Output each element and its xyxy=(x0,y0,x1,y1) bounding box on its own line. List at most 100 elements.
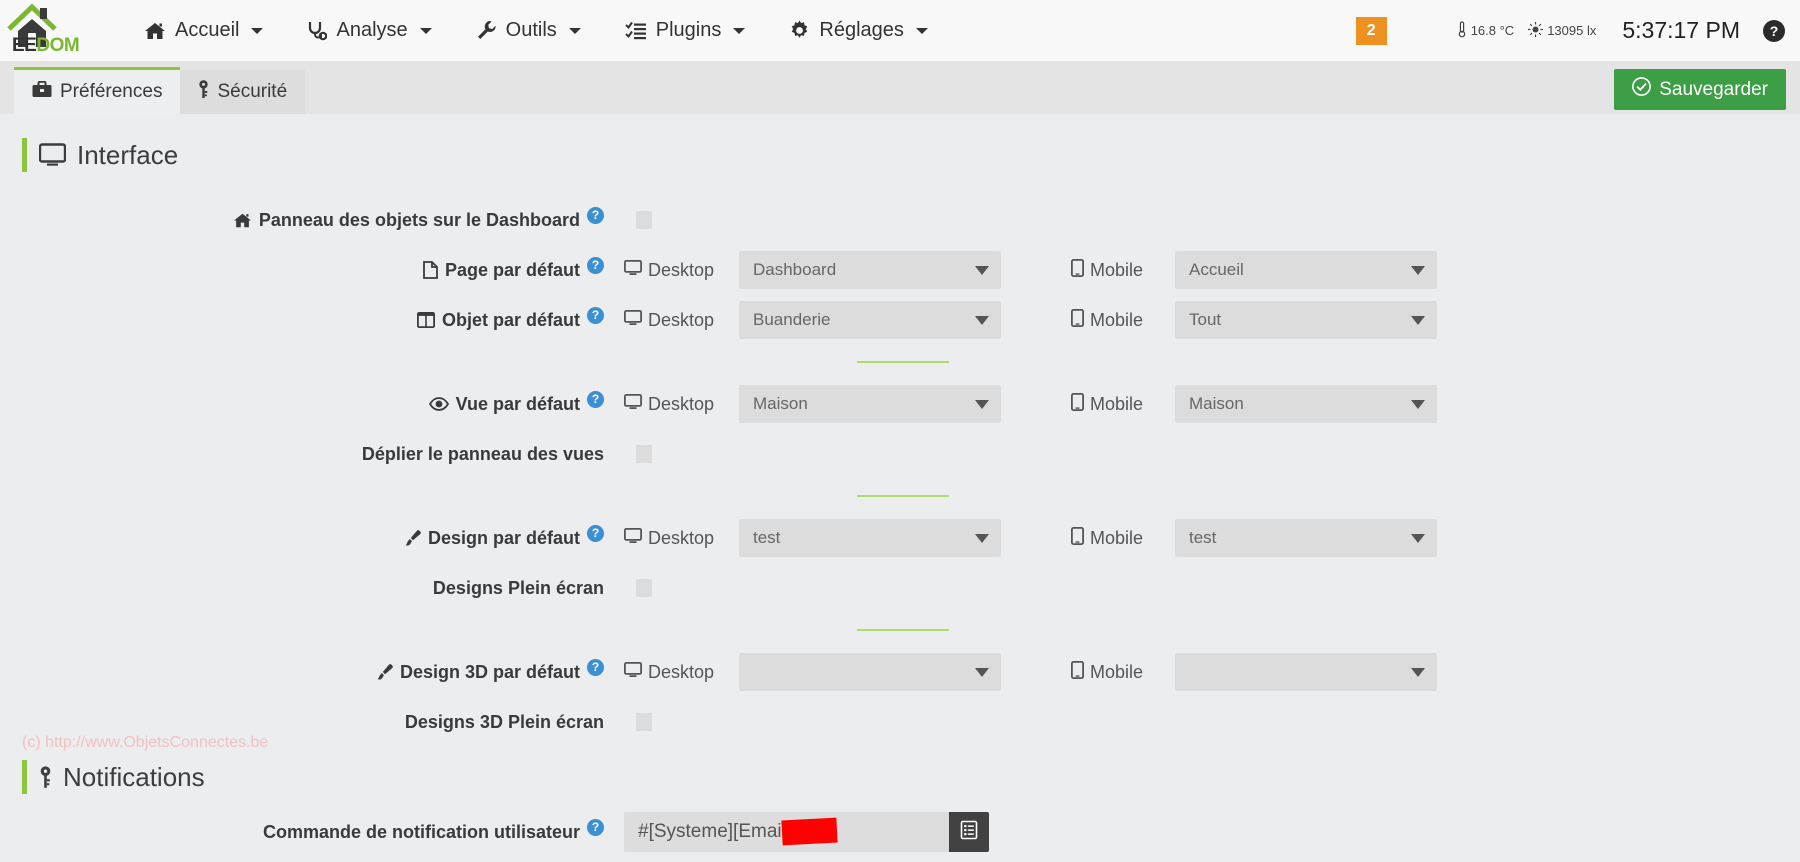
mobile-icon xyxy=(1070,660,1084,684)
checkbox-deplier-panneau-vues[interactable] xyxy=(636,445,652,463)
mobile-label-text: Mobile xyxy=(1090,393,1144,414)
svg-text:?: ? xyxy=(1770,23,1779,39)
paintbrush-icon xyxy=(375,663,393,681)
select-design-3d-par-defaut-mobile[interactable] xyxy=(1175,653,1437,691)
nav-item-plugins[interactable]: Plugins xyxy=(603,0,768,62)
chevron-down-icon xyxy=(975,667,989,677)
select-objet-par-defaut-desktop[interactable]: Buanderie xyxy=(739,301,1001,339)
chevron-down-icon xyxy=(1411,265,1425,275)
form-row-objet-par-defaut: Objet par défaut ? Desktop Buanderie Mob… xyxy=(14,296,1800,344)
luminosity-readout: 13095 lx xyxy=(1528,21,1597,40)
preferences-content: Interface Panneau des objets sur le Dash… xyxy=(0,114,1800,862)
help-tooltip-icon[interactable]: ? xyxy=(587,306,604,324)
tab-preferences[interactable]: Préférences xyxy=(14,67,181,114)
mobile-icon xyxy=(1070,526,1084,550)
desktop-monitor-icon xyxy=(39,143,66,167)
tab-label: Sécurité xyxy=(217,81,288,102)
luminosity-value: 13095 lx xyxy=(1547,23,1597,38)
help-tooltip-icon[interactable]: ? xyxy=(587,524,604,542)
section-header-notifications: Notifications xyxy=(22,760,1800,794)
mobile-icon xyxy=(1070,392,1084,416)
control-label-text: Design par défaut xyxy=(427,527,580,548)
notification-command-picker-button[interactable] xyxy=(949,812,989,852)
save-button[interactable]: Sauvegarder xyxy=(1614,69,1786,110)
help-tooltip-icon[interactable]: ? xyxy=(587,818,604,836)
select-design-3d-par-defaut-desktop[interactable] xyxy=(739,653,1001,691)
wrench-icon xyxy=(476,20,497,41)
tab-securite[interactable]: Sécurité xyxy=(180,70,306,114)
help-tooltip-icon[interactable]: ? xyxy=(587,390,604,408)
control-label: Déplier le panneau des vues xyxy=(14,444,614,465)
redaction-overlay xyxy=(781,817,838,846)
nav-item-accueil[interactable]: Accueil xyxy=(122,0,285,62)
save-button-label: Sauvegarder xyxy=(1659,78,1768,100)
form-row-design-3d-par-defaut: Design 3D par défaut ? Desktop Mobile xyxy=(14,648,1800,696)
desktop-icon xyxy=(623,259,643,281)
control-label: Designs 3D Plein écran xyxy=(14,712,614,733)
nav-item-reglages[interactable]: Réglages xyxy=(767,0,950,62)
nav-item-analyse[interactable]: Analyse xyxy=(285,0,453,62)
control-label-text: Design 3D par défaut xyxy=(399,661,580,682)
home-icon xyxy=(233,212,252,229)
select-design-par-defaut-mobile[interactable]: test xyxy=(1175,519,1437,557)
chevron-down-icon xyxy=(975,533,989,543)
nav-item-outils[interactable]: Outils xyxy=(454,0,603,62)
select-design-par-defaut-desktop[interactable]: test xyxy=(739,519,1001,557)
checkbox-panneau-objets-dashboard[interactable] xyxy=(636,211,652,229)
mobile-label-text: Mobile xyxy=(1090,661,1144,682)
brand-text: EEDOM xyxy=(12,34,80,56)
control-label-text: Page par défaut xyxy=(444,259,580,280)
section-divider-row xyxy=(14,612,1800,648)
desktop-column-label: Desktop xyxy=(614,527,739,549)
select-vue-par-defaut-desktop[interactable]: Maison xyxy=(739,385,1001,423)
help-tooltip-icon[interactable]: ? xyxy=(587,206,604,224)
control-label-text: Panneau des objets sur le Dashboard xyxy=(258,209,580,230)
desktop-icon xyxy=(623,309,643,331)
control-label: Commande de notification utilisateur ? xyxy=(14,818,614,846)
briefcase-icon xyxy=(32,80,52,104)
control-label-text: Commande de notification utilisateur xyxy=(262,821,580,842)
brand-text-dom: DOM xyxy=(36,34,80,56)
clock-display: 5:37:17 PM xyxy=(1622,17,1740,43)
control-label: Design 3D par défaut ? xyxy=(14,658,614,686)
chevron-down-icon xyxy=(419,27,432,34)
select-page-par-defaut-desktop[interactable]: Dashboard xyxy=(739,251,1001,289)
message-count-badge[interactable]: 2 xyxy=(1355,16,1387,45)
nav-item-label: Plugins xyxy=(655,19,722,41)
desktop-label-text: Desktop xyxy=(648,527,715,548)
select-value: Accueil xyxy=(1189,260,1244,279)
select-page-par-defaut-mobile[interactable]: Accueil xyxy=(1175,251,1437,289)
help-circle-icon[interactable]: ? xyxy=(1762,19,1786,43)
form-row-designs-3d-plein-ecran: Designs 3D Plein écran xyxy=(14,698,1800,746)
chevron-down-icon xyxy=(733,27,746,34)
mobile-label-text: Mobile xyxy=(1090,259,1144,280)
help-tooltip-icon[interactable]: ? xyxy=(587,658,604,676)
temperature-value: 16.8 °C xyxy=(1470,23,1515,38)
gear-icon xyxy=(789,20,810,41)
chevron-down-icon xyxy=(1411,315,1425,325)
select-vue-par-defaut-mobile[interactable]: Maison xyxy=(1175,385,1437,423)
form-row-design-par-defaut: Design par défaut ? Desktop test Mobile … xyxy=(14,514,1800,562)
control-label-text: Designs 3D Plein écran xyxy=(404,711,604,732)
checkbox-designs-plein-ecran[interactable] xyxy=(636,579,652,597)
help-tooltip-icon[interactable]: ? xyxy=(587,256,604,274)
notification-command-group: #[Systeme][Email][a ]# xyxy=(624,812,989,852)
eye-icon xyxy=(428,397,449,411)
select-value: Dashboard xyxy=(753,260,837,279)
notification-command-input[interactable]: #[Systeme][Email][a ]# xyxy=(624,812,949,852)
section-header-interface: Interface xyxy=(22,138,1800,172)
desktop-column-label: Desktop xyxy=(614,259,739,281)
chevron-down-icon xyxy=(1411,533,1425,543)
checkbox-designs-3d-plein-ecran[interactable] xyxy=(636,713,652,731)
nav-item-label: Analyse xyxy=(336,19,408,41)
form-row-page-par-defaut: Page par défaut ? Desktop Dashboard Mobi… xyxy=(14,246,1800,294)
desktop-icon xyxy=(623,527,643,549)
control-label-text: Vue par défaut xyxy=(455,393,580,414)
select-objet-par-defaut-mobile[interactable]: Tout xyxy=(1175,301,1437,339)
brand-logo[interactable]: EEDOM xyxy=(0,0,100,62)
section-title: Notifications xyxy=(63,761,205,792)
select-value: Maison xyxy=(1189,394,1244,413)
desktop-label-text: Desktop xyxy=(648,393,715,414)
mobile-label-text: Mobile xyxy=(1090,309,1144,330)
form-row-panneau-objets-dashboard: Panneau des objets sur le Dashboard ? xyxy=(14,196,1800,244)
